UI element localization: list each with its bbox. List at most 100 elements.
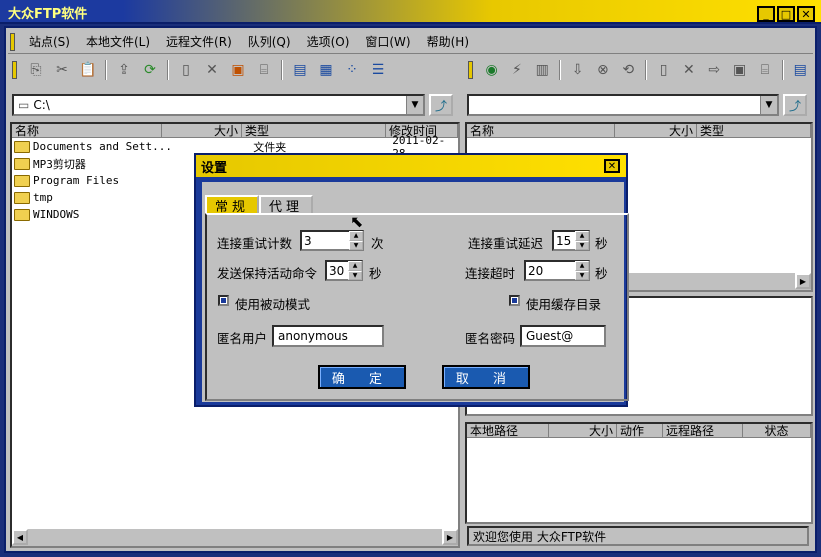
keepalive-unit: 秒: [369, 266, 382, 281]
upload-icon[interactable]: ⇪: [113, 59, 135, 81]
tab-panel-general: 连接重试计数 3 ▲ ▼ 次 连接重试延迟 15 ▲ ▼ 秒 发送保持活动命令 30…: [205, 213, 629, 401]
spin-down-icon[interactable]: ▼: [575, 240, 589, 250]
cut-icon[interactable]: ✂: [51, 59, 73, 81]
menu-remote-file[interactable]: 远程文件(R): [158, 33, 240, 50]
rename-icon[interactable]: ▯: [653, 59, 674, 81]
connect-icon[interactable]: ◉: [481, 59, 502, 81]
chevron-down-icon[interactable]: ▼: [760, 96, 777, 114]
dialog-title-bar[interactable]: [196, 155, 626, 177]
column-remote-path[interactable]: 远程路径: [663, 424, 743, 438]
folder-tree-icon[interactable]: ⌸: [754, 59, 775, 81]
chevron-down-icon[interactable]: ▼: [406, 96, 423, 114]
new-folder-icon[interactable]: ▣: [729, 59, 750, 81]
scroll-left-icon[interactable]: ◀: [12, 529, 28, 545]
local-up-button[interactable]: ⤴: [429, 94, 453, 116]
move-icon[interactable]: ⇨: [704, 59, 725, 81]
rename-icon[interactable]: ▯: [175, 59, 197, 81]
spin-down-icon[interactable]: ▼: [349, 240, 363, 250]
menu-window[interactable]: 窗口(W): [357, 33, 418, 50]
passive-mode-checkbox[interactable]: [218, 295, 229, 306]
scroll-right-icon[interactable]: ▶: [795, 273, 811, 289]
anon-pass-input[interactable]: Guest@: [520, 325, 606, 347]
window-title: 大众FTP软件: [8, 7, 88, 22]
status-bar: 欢迎您使用 大众FTP软件: [467, 526, 809, 546]
quick-connect-icon[interactable]: ⚡: [506, 59, 527, 81]
menu-site[interactable]: 站点(S): [21, 33, 78, 50]
remote-list-header: 名称 大小 类型: [467, 124, 811, 138]
minimize-icon: _: [763, 7, 769, 21]
menu-options[interactable]: 选项(O): [299, 33, 358, 50]
column-status[interactable]: 状态: [743, 424, 811, 438]
menu-queue[interactable]: 队列(Q): [240, 33, 299, 50]
toolbar-separator: [167, 60, 169, 80]
menu-help[interactable]: 帮助(H): [419, 33, 477, 50]
retry-count-spinner[interactable]: 3 ▲ ▼: [300, 230, 364, 251]
dialog-close-button[interactable]: ✕: [604, 159, 620, 173]
column-local-path[interactable]: 本地路径: [467, 424, 549, 438]
column-size[interactable]: 大小: [549, 424, 617, 438]
download-icon[interactable]: ⇩: [567, 59, 588, 81]
menu-bar: 站点(S) 本地文件(L) 远程文件(R) 队列(Q) 选项(O) 窗口(W) …: [8, 30, 813, 54]
stop-icon[interactable]: ⊗: [592, 59, 613, 81]
minimize-button[interactable]: _: [757, 6, 775, 22]
remote-path-combo[interactable]: ▼: [467, 94, 779, 116]
refresh-icon[interactable]: ⟳: [139, 59, 161, 81]
details-view-icon[interactable]: ☰: [367, 59, 389, 81]
local-path-combo[interactable]: ▭ C:\ ▼: [12, 94, 425, 116]
close-button[interactable]: ✕: [797, 6, 815, 22]
anon-user-input[interactable]: anonymous: [272, 325, 384, 347]
disconnect-icon[interactable]: ▥: [532, 59, 553, 81]
menu-local-file[interactable]: 本地文件(L): [78, 33, 158, 50]
toolbar-separator: [644, 60, 647, 80]
toolbar-grip[interactable]: [12, 61, 17, 79]
spin-up-icon[interactable]: ▲: [575, 231, 589, 241]
large-icons-icon[interactable]: ▤: [289, 59, 311, 81]
spinner-buttons: ▲ ▼: [349, 231, 363, 250]
paste-icon[interactable]: 📋: [77, 59, 99, 81]
retry-delay-label: 连接重试延迟: [468, 236, 544, 251]
column-name[interactable]: 名称: [12, 124, 162, 138]
local-hscrollbar[interactable]: ◀ ▶: [12, 529, 458, 546]
tab-general[interactable]: 常规: [205, 195, 259, 215]
timeout-spinner[interactable]: 20 ▲ ▼: [524, 260, 590, 281]
spin-up-icon[interactable]: ▲: [575, 261, 589, 271]
column-type[interactable]: 类型: [697, 124, 811, 138]
delete-icon[interactable]: ✕: [201, 59, 223, 81]
list-view-icon[interactable]: ⁘: [341, 59, 363, 81]
ok-button[interactable]: 确 定: [318, 365, 406, 389]
close-icon: ✕: [607, 160, 617, 172]
mouse-cursor-icon: ⬉: [350, 212, 364, 231]
menu-grip[interactable]: [10, 32, 15, 51]
timeout-unit: 秒: [595, 266, 608, 281]
cache-dir-checkbox[interactable]: [509, 295, 520, 306]
retry-delay-spinner[interactable]: 15 ▲ ▼: [552, 230, 590, 251]
spin-down-icon[interactable]: ▼: [348, 270, 362, 280]
column-type[interactable]: 类型: [242, 124, 386, 138]
tab-proxy[interactable]: 代理: [259, 195, 313, 215]
new-folder-icon[interactable]: ▣: [227, 59, 249, 81]
toolbar-grip[interactable]: [468, 61, 473, 79]
spin-up-icon[interactable]: ▲: [349, 231, 363, 241]
maximize-button[interactable]: □: [777, 6, 795, 22]
spin-down-icon[interactable]: ▼: [575, 270, 589, 280]
check-mark-icon: [512, 298, 517, 303]
spin-up-icon[interactable]: ▲: [348, 261, 362, 271]
settings-dialog: 设置 ✕ 常规 代理 连接重试计数 3 ▲ ▼ 次 连接重试延迟 15 ▲ ▼ 秒 …: [194, 153, 629, 407]
keepalive-spinner[interactable]: 30 ▲ ▼: [325, 260, 363, 281]
delete-icon[interactable]: ✕: [678, 59, 699, 81]
large-icons-icon[interactable]: ▤: [790, 59, 811, 81]
folder-tree-icon[interactable]: ⌸: [253, 59, 275, 81]
cancel-button[interactable]: 取 消: [442, 365, 530, 389]
anon-pass-label: 匿名密码: [465, 331, 516, 346]
small-icons-icon[interactable]: ▦: [315, 59, 337, 81]
copy-icon[interactable]: ⎘: [25, 59, 47, 81]
reload-icon[interactable]: ⟲: [618, 59, 639, 81]
column-size[interactable]: 大小: [162, 124, 242, 138]
folder-icon: [14, 140, 30, 153]
scroll-right-icon[interactable]: ▶: [442, 529, 458, 545]
column-name[interactable]: 名称: [467, 124, 615, 138]
remote-up-button[interactable]: ⤴: [783, 94, 807, 116]
column-action[interactable]: 动作: [617, 424, 663, 438]
column-size[interactable]: 大小: [615, 124, 697, 138]
anon-user-label: 匿名用户: [217, 331, 268, 346]
